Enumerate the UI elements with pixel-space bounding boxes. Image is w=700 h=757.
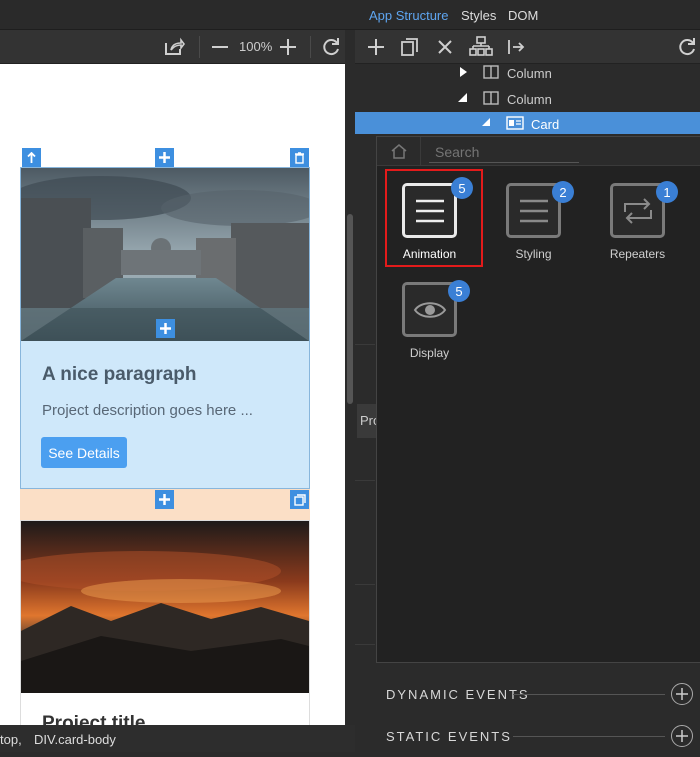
add-above-handle[interactable] — [155, 148, 174, 167]
canvas-toolbar: 100% — [0, 30, 345, 64]
second-card[interactable]: Project title — [20, 520, 310, 725]
card-title[interactable]: Project title — [42, 713, 145, 725]
column-icon — [483, 65, 499, 79]
tree-label: Column — [507, 66, 552, 81]
see-details-button[interactable]: See Details — [41, 437, 127, 468]
tile-display[interactable]: 5 Display — [382, 276, 472, 366]
tab-styles[interactable]: Styles — [461, 8, 496, 23]
left-top-strip — [0, 0, 355, 30]
section-line — [513, 736, 665, 737]
caret-right-icon[interactable] — [460, 67, 467, 77]
structure-icon[interactable] — [469, 36, 493, 58]
tab-dom[interactable]: DOM — [508, 8, 538, 23]
refresh-icon[interactable] — [321, 37, 341, 57]
arrow-up-icon — [26, 151, 37, 164]
add-icon[interactable] — [367, 38, 385, 56]
properties-side-tab[interactable]: Pro — [357, 404, 377, 438]
add-event-button[interactable] — [671, 683, 693, 705]
tab-app-structure[interactable]: App Structure — [369, 8, 449, 23]
trash-icon — [294, 151, 305, 164]
copy-icon — [293, 493, 306, 506]
duplicate-icon[interactable] — [401, 37, 419, 57]
tree-label: Column — [507, 92, 552, 107]
breadcrumb-item[interactable]: top, — [0, 732, 22, 747]
panel-line — [355, 584, 375, 585]
toolbar-divider — [199, 36, 200, 58]
plus-icon — [159, 152, 170, 163]
tree-label: Card — [531, 117, 560, 132]
static-events-section[interactable]: STATIC EVENTS — [355, 717, 700, 757]
count-badge: 1 — [656, 181, 678, 203]
zoom-level: 100% — [239, 39, 273, 54]
tile-label: Styling — [515, 247, 552, 261]
search-divider — [420, 137, 421, 166]
count-badge: 2 — [552, 181, 574, 203]
caret-down-icon[interactable] — [458, 93, 467, 102]
section-title: STATIC EVENTS — [386, 729, 512, 744]
canvas-scrollbar[interactable] — [345, 64, 355, 725]
status-bar: top, DIV.card-body — [0, 725, 355, 752]
delete-handle[interactable] — [290, 148, 309, 167]
zoom-out-icon[interactable] — [211, 38, 229, 56]
tree-row-column[interactable]: Column — [355, 61, 700, 85]
add-below-handle[interactable] — [155, 490, 174, 509]
home-icon[interactable] — [390, 143, 408, 159]
tree-row-column[interactable]: Column — [355, 87, 700, 111]
move-out-icon[interactable] — [507, 38, 525, 56]
share-icon[interactable] — [163, 37, 185, 57]
tile-repeaters[interactable]: 1 Repeaters — [590, 177, 680, 267]
tile-label: Display — [409, 346, 450, 360]
caret-down-icon[interactable] — [482, 118, 490, 126]
zoom-in-icon[interactable] — [279, 38, 297, 56]
card-description[interactable]: Project description goes here ... — [42, 402, 253, 419]
refresh-icon[interactable] — [677, 37, 697, 57]
plus-icon — [159, 494, 170, 505]
count-badge: 5 — [448, 280, 470, 302]
duplicate-handle[interactable] — [290, 490, 309, 509]
design-canvas[interactable]: A nice paragraph Project description goe… — [0, 64, 345, 725]
highlight-frame — [385, 169, 483, 267]
card-image-venice — [21, 168, 309, 341]
scrollbar-thumb[interactable] — [347, 214, 353, 404]
column-icon — [483, 91, 499, 105]
search-input[interactable] — [429, 141, 579, 163]
add-event-button[interactable] — [671, 725, 693, 747]
tile-styling[interactable]: 2 Styling — [486, 177, 576, 267]
panel-line — [355, 480, 375, 481]
card-title[interactable]: A nice paragraph — [42, 364, 197, 386]
section-line — [513, 694, 665, 695]
breadcrumb-item-current[interactable]: DIV.card-body — [34, 732, 116, 747]
plus-icon — [676, 730, 688, 742]
panel-tabs: App Structure Styles DOM — [355, 0, 700, 30]
move-up-handle[interactable] — [22, 148, 41, 167]
plus-icon — [676, 688, 688, 700]
structure-tree: Column Column Card — [355, 64, 700, 134]
tile-label: Repeaters — [609, 247, 666, 261]
panel-line — [355, 644, 375, 645]
structure-toolbar — [355, 30, 700, 64]
search-bar — [377, 137, 700, 166]
side-tab-label: Pro — [360, 413, 377, 428]
tree-row-card-selected[interactable]: Card — [355, 112, 700, 134]
delete-icon[interactable] — [437, 39, 453, 55]
panel-line — [355, 344, 375, 345]
selected-card[interactable]: A nice paragraph Project description goe… — [20, 167, 310, 489]
card-image-sunset — [21, 521, 309, 693]
dynamic-events-section[interactable]: DYNAMIC EVENTS — [355, 675, 700, 715]
card-icon — [506, 116, 524, 130]
toolbar-divider — [310, 36, 311, 58]
plus-icon — [160, 323, 171, 334]
add-inside-handle[interactable] — [156, 319, 175, 338]
section-title: DYNAMIC EVENTS — [386, 687, 530, 702]
